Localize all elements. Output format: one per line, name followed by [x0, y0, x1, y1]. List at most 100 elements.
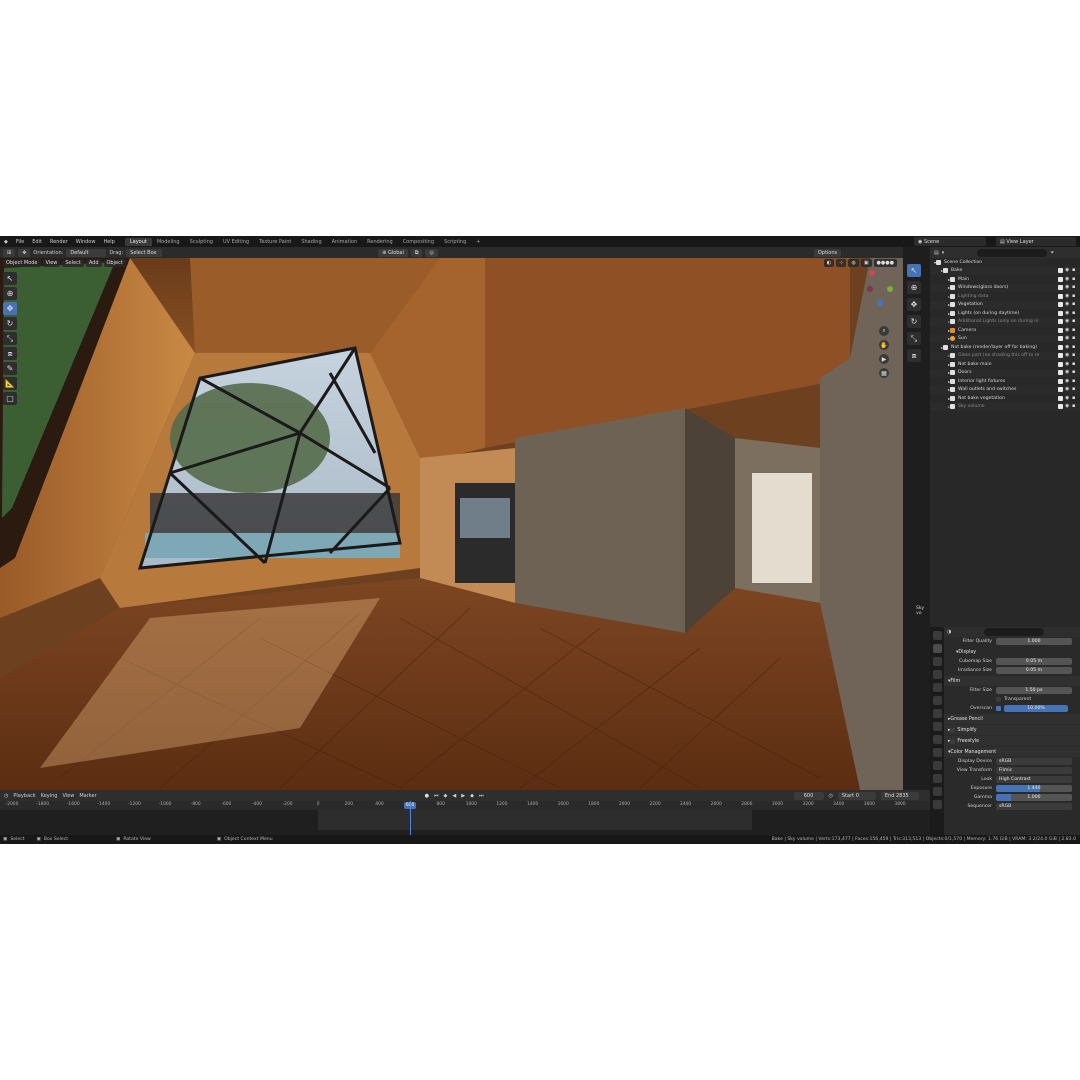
shading-modes-icon[interactable]: ●●●● — [873, 258, 897, 267]
menu-file[interactable]: File — [12, 239, 28, 245]
tab-animation[interactable]: Animation — [327, 238, 363, 246]
color-management-panel-header[interactable]: ▾ Color Management — [944, 747, 1080, 757]
menu-edit[interactable]: Edit — [28, 239, 46, 245]
exclude-checkbox[interactable] — [1058, 370, 1063, 376]
eye-icon[interactable]: ◉ — [1065, 353, 1070, 358]
world-tab-icon[interactable] — [932, 696, 942, 705]
playhead[interactable] — [410, 801, 412, 835]
side-select-icon[interactable]: ↖ — [907, 264, 921, 277]
scene-tab-icon[interactable] — [932, 683, 942, 692]
exclude-checkbox[interactable] — [1058, 319, 1063, 325]
simplify-checkbox[interactable] — [950, 727, 956, 733]
outliner-row[interactable]: ▸ Sky volume ◉ ▪ — [930, 402, 1080, 411]
render-camera-icon[interactable]: ▪ — [1072, 310, 1077, 316]
select-tool-icon[interactable]: ↖ — [3, 272, 17, 285]
eye-icon[interactable]: ◉ — [1065, 336, 1070, 341]
current-frame-field[interactable]: 600 — [793, 791, 824, 800]
render-camera-icon[interactable]: ▪ — [1072, 336, 1077, 341]
side-editor[interactable]: ↖ ⊕ ✥ ↻ ⤡ ⧈ Sky vo — [903, 247, 930, 627]
keying-menu[interactable]: Keying — [41, 793, 58, 799]
menu-render[interactable]: Render — [46, 239, 72, 245]
eye-icon[interactable]: ◉ — [1065, 327, 1070, 333]
exclude-checkbox[interactable] — [1058, 387, 1063, 393]
collection-tab-icon[interactable] — [932, 709, 942, 718]
eye-icon[interactable]: ◉ — [1065, 361, 1070, 367]
jump-start-icon[interactable]: ⏮ — [434, 793, 439, 799]
perspective-toggle-icon[interactable]: ▦ — [879, 368, 889, 378]
outliner-row[interactable]: ▸ Bake ◉ ▪ — [930, 266, 1080, 275]
display-subpanel-header[interactable]: ▾ Display — [944, 647, 1080, 657]
outliner-row[interactable]: ▸ Not bake main ◉ ▪ — [930, 360, 1080, 369]
timeline[interactable]: ◷ Playback Keying View Marker ● ⏮ ◆ ◀ ▶ … — [0, 790, 930, 835]
overscan-checkbox[interactable] — [996, 706, 1001, 711]
outliner-row[interactable]: ▸ Doors ◉ ▪ — [930, 368, 1080, 377]
transform-tool-icon[interactable]: ⧈ — [3, 347, 17, 360]
play-reverse-icon[interactable]: ◀ — [452, 793, 456, 799]
exclude-checkbox[interactable] — [1058, 276, 1063, 282]
exposure-slider[interactable]: 1.440 — [996, 785, 1072, 792]
outliner-editor-icon[interactable]: ▤ — [934, 250, 939, 256]
overlays-toggle-icon[interactable]: ◍ — [848, 258, 859, 267]
display-device-dropdown[interactable]: sRGB — [996, 758, 1072, 765]
render-camera-icon[interactable]: ▪ — [1072, 361, 1077, 367]
y-axis-dot[interactable] — [887, 286, 893, 292]
measure-tool-icon[interactable]: 📐 — [3, 377, 17, 390]
outliner-row[interactable]: ▸ Wall outlets and switches ◉ ▪ — [930, 385, 1080, 394]
cursor-tool-icon[interactable]: ⊕ — [3, 287, 17, 300]
render-camera-icon[interactable]: ▪ — [1072, 327, 1077, 333]
render-camera-icon[interactable]: ▪ — [1072, 319, 1077, 324]
marker-menu[interactable]: Marker — [79, 793, 96, 799]
properties-search-input[interactable] — [984, 628, 1045, 636]
outliner-row[interactable]: ▸ Not bake vegetation ◉ ▪ — [930, 394, 1080, 403]
tab-scripting[interactable]: Scripting — [439, 238, 471, 246]
exclude-checkbox[interactable] — [1058, 327, 1063, 333]
object-menu[interactable]: Object — [103, 258, 126, 267]
3d-viewport[interactable]: Object Mode View Select Add Object ◐ ⊹ ◍… — [0, 258, 903, 790]
freestyle-panel-header[interactable]: ▸ Freestyle — [944, 736, 1080, 746]
render-camera-icon[interactable]: ▪ — [1072, 404, 1077, 409]
filter-size-field[interactable]: 1.50 px — [996, 687, 1072, 694]
exclude-checkbox[interactable] — [1058, 310, 1063, 316]
menu-help[interactable]: Help — [99, 239, 118, 245]
outliner-search-input[interactable] — [977, 248, 1048, 257]
irradiance-size-field[interactable]: 0.05 m — [996, 667, 1072, 674]
eye-icon[interactable]: ◉ — [1065, 387, 1070, 392]
timeline-editor-icon[interactable]: ◷ — [4, 793, 8, 799]
physics-tab-icon[interactable] — [932, 748, 942, 757]
menu-window[interactable]: Window — [72, 239, 100, 245]
annotate-tool-icon[interactable]: ✎ — [3, 362, 17, 375]
tab-shading[interactable]: Shading — [296, 238, 326, 246]
add-workspace-button[interactable]: + — [471, 238, 485, 246]
view-menu[interactable]: View — [42, 258, 61, 267]
exclude-checkbox[interactable] — [1058, 293, 1063, 299]
prev-keyframe-icon[interactable]: ◆ — [444, 793, 448, 799]
z-axis-dot[interactable] — [877, 300, 883, 306]
transform-orientation-dropdown[interactable]: ⊕ Global — [378, 248, 408, 257]
constraints-tab-icon[interactable] — [932, 761, 942, 770]
overscan-field[interactable]: 10.00% — [1004, 705, 1068, 712]
outliner-row[interactable]: ▸ Sun ◉ ▪ — [930, 334, 1080, 343]
properties-editor[interactable]: ◑ Filter Quality 1.000 ▾ Display Cubemap… — [944, 627, 1080, 844]
outliner-row[interactable]: ▾ Scene Collection — [930, 258, 1080, 267]
exclude-checkbox[interactable] — [1058, 404, 1063, 410]
render-camera-icon[interactable]: ▪ — [1072, 378, 1077, 384]
sequencer-dropdown[interactable]: sRGB — [996, 803, 1072, 810]
object-tab-icon[interactable] — [932, 722, 942, 731]
transparent-checkbox[interactable] — [996, 697, 1001, 702]
side-move-icon[interactable]: ✥ — [907, 298, 921, 311]
outliner-row[interactable]: ▸ Lights (on during daytime) ◉ ▪ — [930, 309, 1080, 318]
x-axis-dot[interactable] — [869, 270, 875, 276]
gizmo-toggle-icon[interactable]: ⊹ — [836, 258, 847, 267]
exclude-checkbox[interactable] — [1058, 353, 1063, 359]
side-rotate-icon[interactable]: ↻ — [907, 315, 921, 328]
transform-pivot-icon[interactable]: ✥ — [18, 248, 31, 257]
xray-toggle-icon[interactable]: ▣ — [860, 258, 872, 267]
render-camera-icon[interactable]: ▪ — [1072, 353, 1077, 358]
add-menu[interactable]: Add — [85, 258, 102, 267]
clock-icon[interactable]: ◷ — [829, 793, 833, 799]
next-keyframe-icon[interactable]: ◆ — [470, 793, 474, 799]
tab-sculpting[interactable]: Sculpting — [185, 238, 218, 246]
tool-tab-icon[interactable] — [932, 631, 942, 640]
eye-icon[interactable]: ◉ — [1065, 285, 1070, 290]
orientation-dropdown[interactable]: Default — [66, 248, 107, 257]
